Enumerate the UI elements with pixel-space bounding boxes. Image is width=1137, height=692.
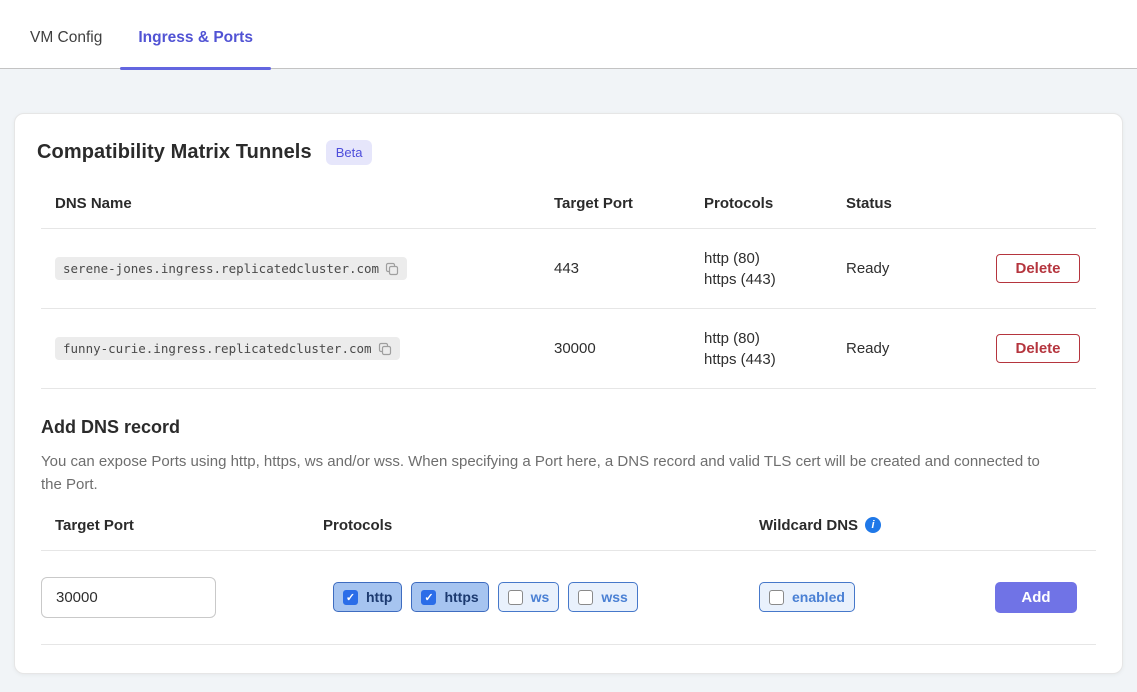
checked-checkbox-icon[interactable]: ✓ bbox=[421, 590, 436, 605]
beta-badge: Beta bbox=[326, 140, 373, 165]
dns-name-pill: funny-curie.ingress.replicatedcluster.co… bbox=[55, 337, 400, 360]
wildcard-enabled-checkbox[interactable]: enabled bbox=[759, 582, 855, 612]
card-title: Compatibility Matrix Tunnels bbox=[37, 141, 312, 164]
protocol-checkbox-group: ✓ http ✓ https ws wss bbox=[333, 582, 759, 612]
label-target-port: Target Port bbox=[41, 517, 323, 534]
header-target-port: Target Port bbox=[554, 195, 704, 212]
label-wildcard-dns-wrap: Wildcard DNS i bbox=[759, 517, 1096, 534]
protocol-line: http (80) bbox=[704, 328, 846, 349]
checked-checkbox-icon[interactable]: ✓ bbox=[343, 590, 358, 605]
label-wildcard-dns: Wildcard DNS bbox=[759, 517, 858, 534]
table-row: serene-jones.ingress.replicatedcluster.c… bbox=[41, 229, 1096, 309]
target-port-cell: 30000 bbox=[554, 340, 704, 357]
copy-icon[interactable] bbox=[378, 342, 392, 356]
delete-button[interactable]: Delete bbox=[996, 334, 1080, 363]
tunnels-card: Compatibility Matrix Tunnels Beta DNS Na… bbox=[14, 113, 1123, 674]
table-body: serene-jones.ingress.replicatedcluster.c… bbox=[41, 229, 1096, 389]
tab-vm-config[interactable]: VM Config bbox=[12, 8, 120, 68]
copy-icon[interactable] bbox=[385, 262, 399, 276]
header-status: Status bbox=[846, 195, 986, 212]
form-controls-row: ✓ http ✓ https ws wss enabled Add bbox=[41, 551, 1096, 618]
add-dns-section: Add DNS record You can expose Ports usin… bbox=[41, 417, 1096, 618]
target-port-input[interactable] bbox=[41, 577, 216, 618]
unchecked-checkbox-icon[interactable] bbox=[769, 590, 784, 605]
dns-name-text: serene-jones.ingress.replicatedcluster.c… bbox=[63, 261, 379, 276]
table-header-row: DNS Name Target Port Protocols Status bbox=[41, 165, 1096, 229]
checkbox-label: ws bbox=[531, 589, 550, 605]
protocol-line: https (443) bbox=[704, 349, 846, 370]
protocols-cell: http (80)https (443) bbox=[704, 328, 846, 370]
actions-cell: Delete bbox=[986, 254, 1096, 283]
actions-cell: Delete bbox=[986, 334, 1096, 363]
form-label-row: Target Port Protocols Wildcard DNS i bbox=[41, 497, 1096, 551]
card-header: Compatibility Matrix Tunnels Beta bbox=[37, 140, 1100, 165]
info-icon[interactable]: i bbox=[865, 517, 881, 533]
protocol-ws-checkbox[interactable]: ws bbox=[498, 582, 560, 612]
checkbox-label: http bbox=[366, 589, 392, 605]
header-protocols: Protocols bbox=[704, 195, 846, 212]
card-bottom-divider bbox=[41, 644, 1096, 645]
table-row: funny-curie.ingress.replicatedcluster.co… bbox=[41, 309, 1096, 389]
checkbox-label: enabled bbox=[792, 589, 845, 605]
dns-name-cell: funny-curie.ingress.replicatedcluster.co… bbox=[41, 337, 554, 360]
dns-name-cell: serene-jones.ingress.replicatedcluster.c… bbox=[41, 257, 554, 280]
tab-ingress-ports[interactable]: Ingress & Ports bbox=[120, 8, 271, 68]
checkbox-label: https bbox=[444, 589, 478, 605]
dns-name-pill: serene-jones.ingress.replicatedcluster.c… bbox=[55, 257, 407, 280]
delete-button[interactable]: Delete bbox=[996, 254, 1080, 283]
header-dns-name: DNS Name bbox=[41, 195, 554, 212]
status-cell: Ready bbox=[846, 340, 986, 357]
protocol-http-checkbox[interactable]: ✓ http bbox=[333, 582, 402, 612]
protocol-https-checkbox[interactable]: ✓ https bbox=[411, 582, 488, 612]
status-cell: Ready bbox=[846, 260, 986, 277]
target-port-cell: 443 bbox=[554, 260, 704, 277]
target-port-cell bbox=[41, 577, 323, 618]
protocols-cell: http (80)https (443) bbox=[704, 248, 846, 290]
add-dns-heading: Add DNS record bbox=[41, 417, 1096, 438]
unchecked-checkbox-icon[interactable] bbox=[508, 590, 523, 605]
unchecked-checkbox-icon[interactable] bbox=[578, 590, 593, 605]
dns-name-text: funny-curie.ingress.replicatedcluster.co… bbox=[63, 341, 372, 356]
page-body: Compatibility Matrix Tunnels Beta DNS Na… bbox=[0, 69, 1137, 674]
add-button[interactable]: Add bbox=[995, 582, 1077, 613]
tab-bar: VM Config Ingress & Ports bbox=[0, 0, 1137, 69]
checkbox-label: wss bbox=[601, 589, 627, 605]
protocol-line: https (443) bbox=[704, 269, 846, 290]
add-dns-description: You can expose Ports using http, https, … bbox=[41, 450, 1061, 497]
tunnels-table: DNS Name Target Port Protocols Status se… bbox=[41, 165, 1096, 389]
wildcard-cell: enabled bbox=[759, 582, 995, 612]
protocol-wss-checkbox[interactable]: wss bbox=[568, 582, 637, 612]
protocol-line: http (80) bbox=[704, 248, 846, 269]
label-protocols: Protocols bbox=[323, 517, 759, 534]
